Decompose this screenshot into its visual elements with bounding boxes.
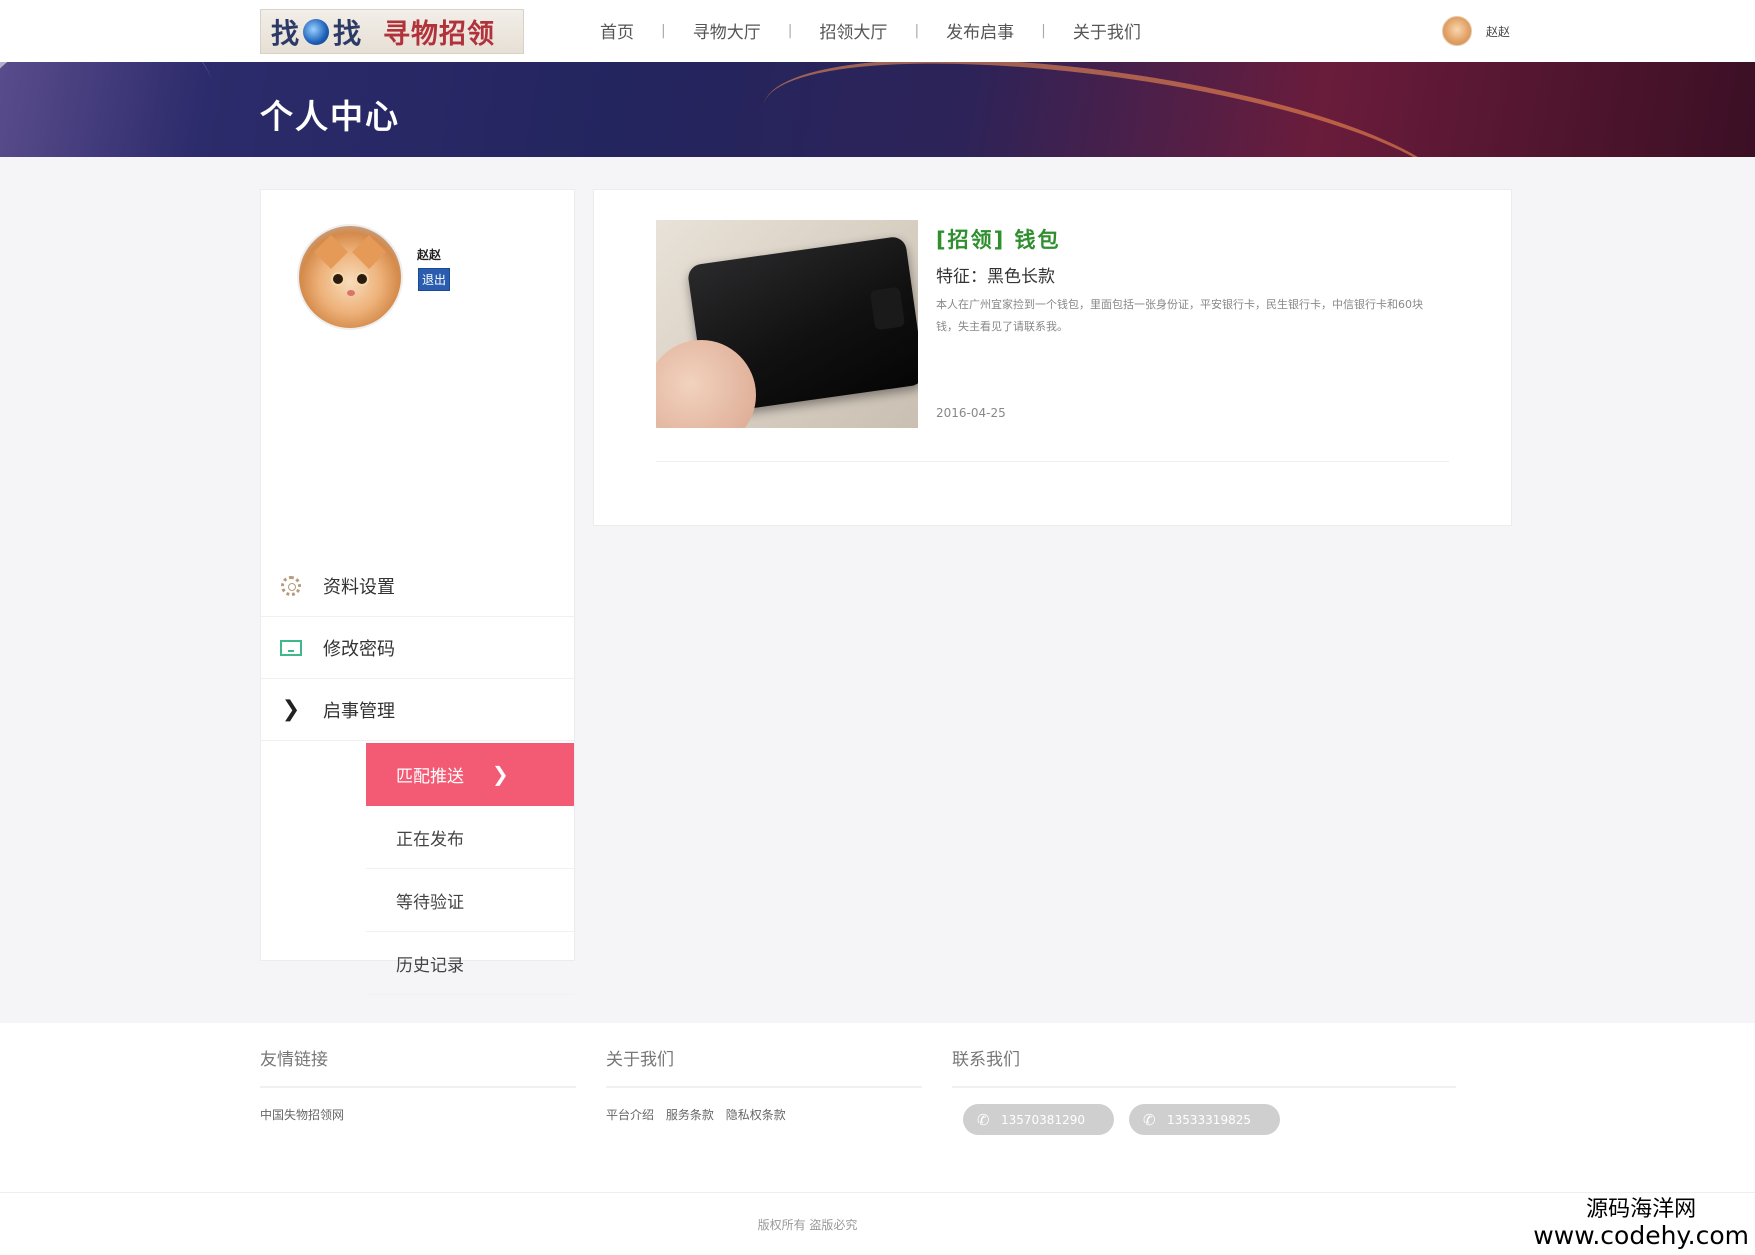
watermark-line2: www.codehy.com: [1533, 1221, 1749, 1250]
watermark: 源码海洋网 www.codehy.com: [1533, 1191, 1749, 1249]
phone-number: 13570381290: [1001, 1112, 1085, 1127]
footer: 友情链接 中国失物招领网 关于我们 平台介绍 服务条款 隐私权条款 联系我们 ✆…: [0, 1023, 1755, 1255]
submenu-item-label: 历史记录: [396, 955, 464, 976]
phone-button[interactable]: ✆ 13570381290: [963, 1104, 1114, 1135]
nav-separator: |: [661, 22, 666, 39]
divider: [260, 1086, 576, 1088]
submenu-item-pending-verification[interactable]: 等待验证: [366, 869, 574, 932]
phone-number: 13533319825: [1167, 1112, 1251, 1127]
submenu-item-label: 等待验证: [396, 892, 464, 913]
page-banner: 个人中心: [0, 62, 1755, 157]
footer-link-list: 平台介绍 服务条款 隐私权条款: [606, 1106, 794, 1123]
nav-found-hall[interactable]: 招领大厅: [819, 18, 887, 43]
submenu-item-match-push[interactable]: 匹配推送 ❯: [366, 743, 574, 806]
nav-home[interactable]: 首页: [600, 18, 634, 43]
footer-heading: 关于我们: [606, 1050, 674, 1070]
item-date: 2016-04-25: [936, 406, 1006, 420]
submenu-item-label: 匹配推送: [396, 766, 464, 787]
user-menu[interactable]: 赵赵: [1442, 16, 1510, 46]
chevron-right-icon: ❯: [281, 697, 301, 722]
sidebar-item-label: 资料设置: [323, 576, 395, 598]
nav-separator: |: [914, 22, 920, 39]
sidebar-item-label: 启事管理: [323, 700, 395, 722]
profile-avatar: [297, 224, 403, 330]
divider: [656, 461, 1449, 462]
profile-username: 赵赵: [417, 248, 442, 262]
logo-char-right: 找: [333, 16, 362, 50]
page-title: 个人中心: [260, 97, 400, 136]
avatar[interactable]: [1442, 16, 1472, 46]
gear-icon: [279, 574, 303, 598]
logo-globe-icon: [303, 18, 330, 45]
logo-char-left: 找: [271, 16, 300, 50]
footer-link-list: 中国失物招领网: [260, 1106, 352, 1123]
nav-lost-hall[interactable]: 寻物大厅: [693, 18, 761, 43]
watermark-line1: 源码海洋网: [1586, 1197, 1697, 1222]
phone-button[interactable]: ✆ 13533319825: [1129, 1104, 1280, 1135]
main-nav: 首页 | 寻物大厅 | 招领大厅 | 发布启事 | 关于我们: [600, 18, 1141, 44]
sidebar-submenu: 匹配推送 ❯ 正在发布 等待验证 历史记录: [366, 743, 574, 995]
footer-contact: 联系我们: [952, 1045, 1020, 1070]
item-image[interactable]: [656, 220, 918, 428]
logo-text: 寻物招领: [383, 19, 496, 50]
copyright-text: 版权所有 盗版必究: [757, 1218, 858, 1232]
divider: [606, 1086, 922, 1088]
footer-link[interactable]: 隐私权条款: [726, 1108, 786, 1122]
match-result-card: [招领] 钱包 特征：黑色长款 本人在广州宜家捡到一个钱包，里面包括一张身份证，…: [593, 189, 1512, 526]
board-icon: [279, 636, 303, 660]
header-username[interactable]: 赵赵: [1486, 23, 1510, 40]
logo-mark: 找 找: [271, 12, 361, 52]
item-feature: 特征：黑色长款: [936, 267, 1055, 287]
logout-button[interactable]: 退出: [418, 268, 451, 291]
nav-separator: |: [787, 22, 793, 39]
site-logo[interactable]: 找 找 寻物招领: [260, 9, 524, 54]
footer-link[interactable]: 中国失物招领网: [260, 1108, 344, 1122]
footer-friend-links: 友情链接: [260, 1045, 328, 1070]
item-title[interactable]: [招领] 钱包: [936, 224, 1061, 254]
submenu-item-history[interactable]: 历史记录: [366, 932, 574, 995]
footer-about: 关于我们: [606, 1045, 674, 1070]
item-description: 本人在广州宜家捡到一个钱包，里面包括一张身份证，平安银行卡，民生银行卡，中信银行…: [936, 298, 1423, 333]
footer-link[interactable]: 平台介绍: [606, 1108, 654, 1122]
nav-about[interactable]: 关于我们: [1073, 18, 1141, 43]
footer-link[interactable]: 服务条款: [666, 1108, 714, 1122]
phone-icon: ✆: [1143, 1111, 1156, 1129]
sidebar-item-change-password[interactable]: 修改密码: [261, 617, 574, 679]
submenu-item-label: 正在发布: [396, 829, 464, 850]
divider: [952, 1086, 1456, 1088]
sidebar-item-notice-management[interactable]: ❯ 启事管理: [261, 679, 574, 741]
sidebar-menu: 资料设置 修改密码 ❯ 启事管理: [261, 555, 574, 741]
footer-heading: 联系我们: [952, 1050, 1020, 1070]
chevron-right-icon: ❯: [492, 762, 509, 786]
submenu-item-publishing[interactable]: 正在发布: [366, 806, 574, 869]
sidebar-item-profile-settings[interactable]: 资料设置: [261, 555, 574, 617]
sidebar: 赵赵 退出 资料设置 修改密码 ❯ 启事管理 匹配推送 ❯ 正在发布 等待验证 …: [260, 189, 575, 995]
top-navbar: 找 找 寻物招领 首页 | 寻物大厅 | 招领大厅 | 发布启事 | 关于我们 …: [0, 0, 1755, 62]
phone-icon: ✆: [977, 1111, 990, 1129]
nav-publish[interactable]: 发布启事: [946, 18, 1014, 43]
divider: [0, 1192, 1755, 1193]
footer-heading: 友情链接: [260, 1050, 328, 1070]
sidebar-item-label: 修改密码: [323, 638, 395, 660]
nav-separator: |: [1041, 22, 1046, 39]
